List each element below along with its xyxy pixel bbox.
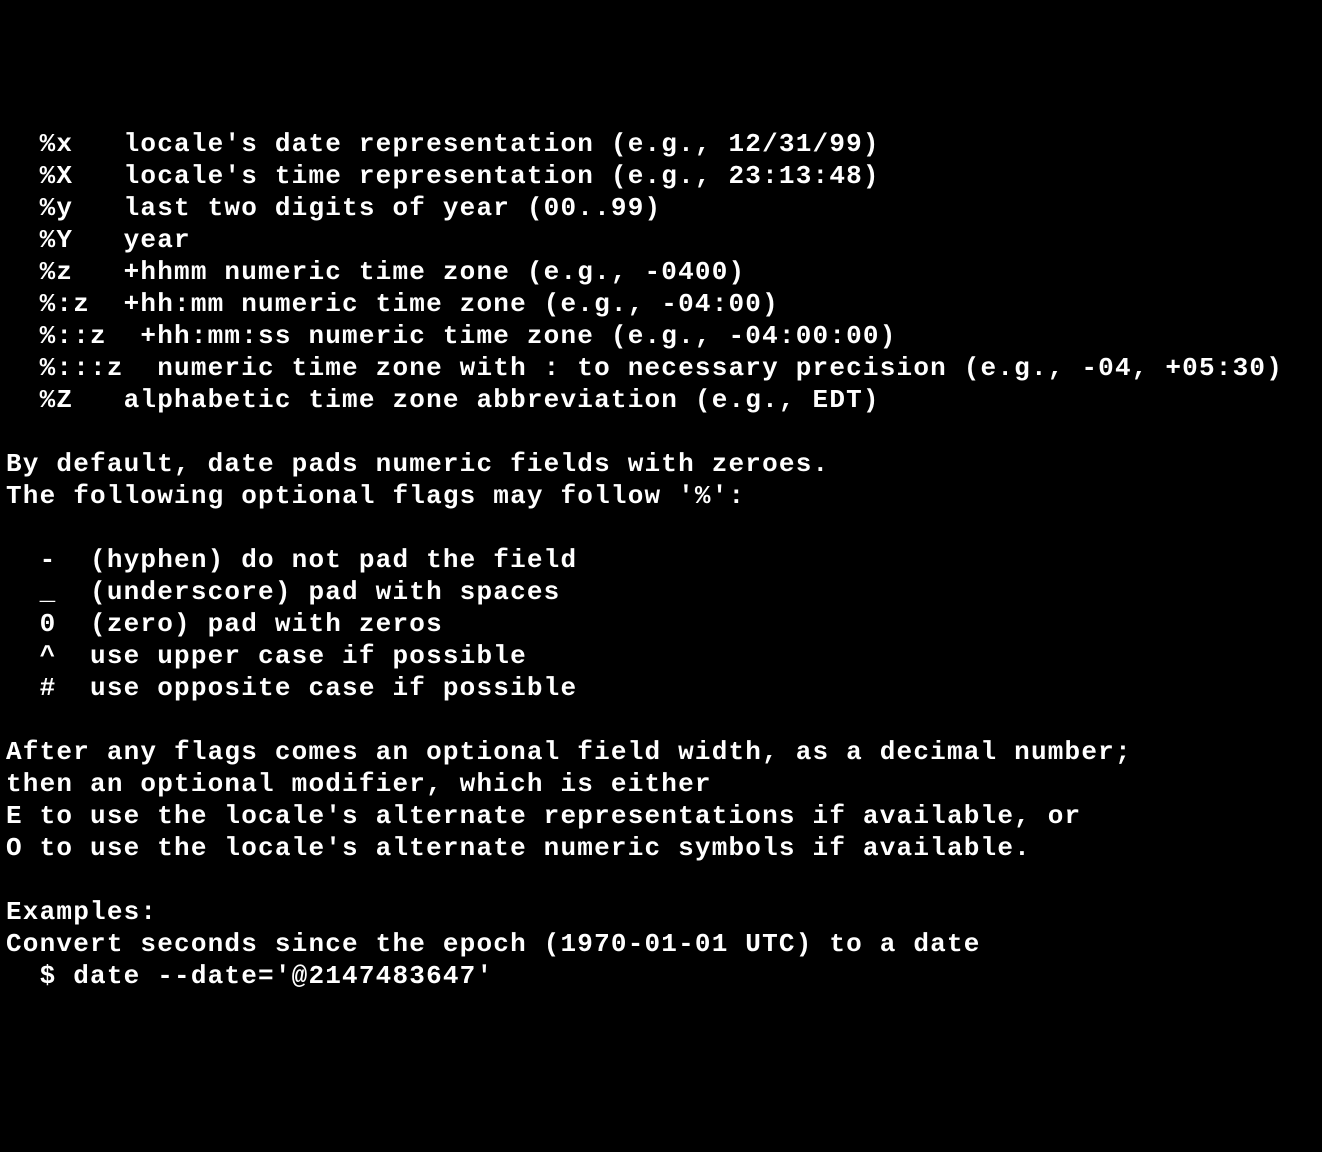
man-page-line: - (hyphen) do not pad the field [6, 544, 1316, 576]
man-page-line: E to use the locale's alternate represen… [6, 800, 1316, 832]
man-page-line: %::z +hh:mm:ss numeric time zone (e.g., … [6, 320, 1316, 352]
man-page-line: # use opposite case if possible [6, 672, 1316, 704]
man-page-line: The following optional flags may follow … [6, 480, 1316, 512]
man-page-line [6, 864, 1316, 896]
terminal-output[interactable]: %x locale's date representation (e.g., 1… [0, 128, 1322, 992]
man-page-line: O to use the locale's alternate numeric … [6, 832, 1316, 864]
man-page-line [6, 512, 1316, 544]
man-page-line: %Y year [6, 224, 1316, 256]
man-page-line [6, 704, 1316, 736]
man-page-line: %x locale's date representation (e.g., 1… [6, 128, 1316, 160]
man-page-line: After any flags comes an optional field … [6, 736, 1316, 768]
man-page-line: %:z +hh:mm numeric time zone (e.g., -04:… [6, 288, 1316, 320]
man-page-line: _ (underscore) pad with spaces [6, 576, 1316, 608]
man-page-line: then an optional modifier, which is eith… [6, 768, 1316, 800]
man-page-line: 0 (zero) pad with zeros [6, 608, 1316, 640]
man-page-line [6, 416, 1316, 448]
man-page-line: %z +hhmm numeric time zone (e.g., -0400) [6, 256, 1316, 288]
man-page-line: %X locale's time representation (e.g., 2… [6, 160, 1316, 192]
man-page-line: Examples: [6, 896, 1316, 928]
man-page-line: $ date --date='@2147483647' [6, 960, 1316, 992]
man-page-line: %Z alphabetic time zone abbreviation (e.… [6, 384, 1316, 416]
man-page-line: ^ use upper case if possible [6, 640, 1316, 672]
man-page-line: By default, date pads numeric fields wit… [6, 448, 1316, 480]
man-page-line: Convert seconds since the epoch (1970-01… [6, 928, 1316, 960]
man-page-line: %y last two digits of year (00..99) [6, 192, 1316, 224]
man-page-line: %:::z numeric time zone with : to necess… [6, 352, 1316, 384]
